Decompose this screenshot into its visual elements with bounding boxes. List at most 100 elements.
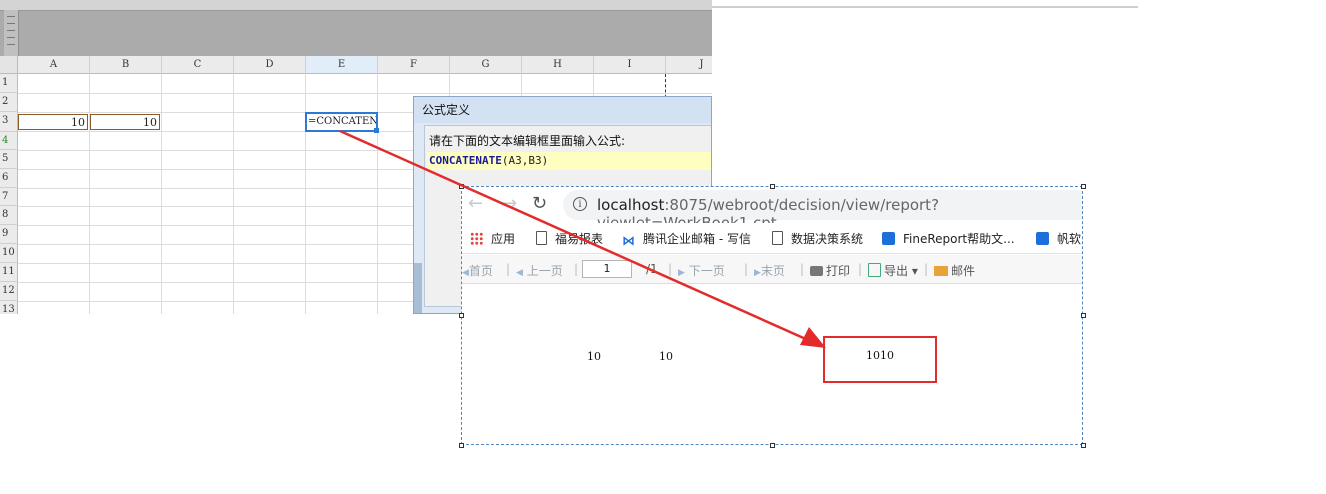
row-header-8[interactable]: 8 (0, 206, 18, 225)
fill-handle[interactable] (374, 128, 379, 133)
column-header-f[interactable]: F (378, 56, 450, 74)
column-header-d[interactable]: D (234, 56, 306, 74)
cell-e3-selected[interactable]: =CONCATENAT (305, 112, 378, 132)
column-header-h[interactable]: H (522, 56, 594, 74)
page-icon (772, 231, 783, 245)
bookmark-label: 数据决策系统 (791, 232, 864, 246)
dialog-scroll-edge (414, 263, 422, 313)
export-icon (868, 263, 881, 277)
row-header-10[interactable]: 10 (0, 244, 18, 263)
row-header-7[interactable]: 7 (0, 188, 18, 206)
mail-label: 邮件 (951, 264, 976, 278)
forward-arrow-icon[interactable]: → (502, 195, 517, 213)
bookmark-item[interactable]: FineReport帮助文... (882, 230, 1015, 247)
printer-icon (810, 266, 823, 276)
divider (712, 6, 1138, 8)
gridline (305, 74, 306, 314)
first-page-label: 首页 (468, 264, 493, 278)
formula-editor[interactable]: CONCATENATE(A3,B3) (427, 152, 711, 170)
bookmark-label: 福易报表 (555, 232, 604, 246)
address-row: ← → ↻ i localhost:8075/webroot/decision/… (462, 187, 1082, 232)
toolbar-grip[interactable] (4, 10, 19, 56)
column-header-g[interactable]: G (450, 56, 522, 74)
gridline (161, 74, 162, 314)
dropdown-caret-icon: ▾ (911, 264, 918, 278)
first-page-button[interactable]: ◀首页 (462, 262, 493, 279)
bookmark-item[interactable]: 数据决策系统 (772, 230, 863, 247)
row-header-11[interactable]: 11 (0, 263, 18, 282)
cell-b3[interactable]: 10 (90, 114, 160, 130)
dialog-prompt: 请在下面的文本编辑框里面输入公式: (429, 134, 626, 148)
formula-function: CONCATENATE (429, 154, 502, 167)
bookmark-label: 腾讯企业邮箱 - 写信 (643, 232, 751, 246)
last-page-button[interactable]: ▶末页 (754, 262, 785, 279)
mail-button[interactable]: 邮件 (934, 262, 975, 279)
column-header-a[interactable]: A (18, 56, 90, 74)
bookmark-label: 帆软 (1057, 232, 1082, 246)
resize-handle[interactable] (1081, 184, 1086, 189)
bookmark-item[interactable]: 帆软 (1036, 230, 1081, 247)
resize-handle[interactable] (459, 184, 464, 189)
gridline (18, 93, 712, 94)
row-header-12[interactable]: 12 (0, 282, 18, 301)
row-header-6[interactable]: 6 (0, 169, 18, 188)
next-page-icon: ▶ (678, 268, 685, 278)
separator: | (506, 262, 511, 276)
report-result-value: 1010 (866, 349, 894, 362)
bookmark-item[interactable]: 福易报表 (536, 230, 603, 247)
tencent-mail-icon: ⋈ (622, 234, 635, 249)
resize-handle[interactable] (459, 313, 464, 318)
cell-a3[interactable]: 10 (18, 114, 88, 130)
finereport-icon (1036, 232, 1049, 245)
formula-arguments: (A3,B3) (501, 154, 549, 167)
column-header-e[interactable]: E (306, 56, 378, 74)
row-header-1[interactable]: 1 (0, 74, 18, 93)
row-header-5[interactable]: 5 (0, 150, 18, 169)
gridline (377, 74, 378, 314)
prev-page-button[interactable]: ◀ 上一页 (516, 262, 563, 279)
export-button[interactable]: 导出 ▾ (868, 262, 918, 279)
mail-icon (934, 266, 948, 276)
designer-toolbar-strip (0, 0, 712, 11)
bookmark-item[interactable]: ⋈ 腾讯企业邮箱 - 写信 (622, 230, 751, 249)
print-button[interactable]: 打印 (810, 262, 850, 279)
last-page-icon: ▶ (754, 268, 761, 278)
resize-handle[interactable] (1081, 313, 1086, 318)
bookmark-apps[interactable]: 应用 (470, 230, 515, 247)
separator: | (744, 262, 749, 276)
address-bar[interactable]: i localhost:8075/webroot/decision/view/r… (563, 190, 1082, 232)
apps-grid-icon (470, 232, 483, 245)
separator: | (668, 262, 673, 276)
export-label: 导出 (884, 264, 909, 278)
info-icon[interactable]: i (573, 197, 587, 211)
next-page-label: 下一页 (688, 264, 725, 278)
row-header-13[interactable]: 13 (0, 301, 18, 314)
resize-handle[interactable] (1081, 443, 1086, 448)
last-page-label: 末页 (760, 264, 785, 278)
report-toolbar: ◀首页 | ◀ 上一页 | 1 /1 | ▶ 下一页 | ▶末页 | 打印 | … (462, 255, 1082, 284)
page-icon (536, 231, 547, 245)
gridline (89, 74, 90, 314)
row-header-2[interactable]: 2 (0, 93, 18, 112)
prev-page-icon: ◀ (516, 268, 523, 278)
column-header-i[interactable]: I (594, 56, 666, 74)
bookmark-label: 应用 (491, 232, 516, 246)
page-number-input[interactable]: 1 (582, 260, 632, 278)
column-header-c[interactable]: C (162, 56, 234, 74)
row-header-9[interactable]: 9 (0, 225, 18, 244)
row-header-3[interactable]: 3 (0, 112, 18, 132)
bookmarks-bar: 应用 福易报表 ⋈ 腾讯企业邮箱 - 写信 数据决策系统 FineReport帮助… (462, 223, 1082, 254)
reload-icon[interactable]: ↻ (532, 195, 547, 213)
column-header-j[interactable]: J (666, 56, 712, 74)
next-page-button[interactable]: ▶ 下一页 (678, 262, 725, 279)
resize-handle[interactable] (770, 443, 775, 448)
url-host: localhost (597, 196, 665, 214)
print-label: 打印 (826, 264, 851, 278)
row-header-4[interactable]: 4 (0, 132, 18, 150)
dialog-title[interactable]: 公式定义 (414, 97, 711, 123)
select-all-corner[interactable] (0, 56, 18, 74)
column-header-b[interactable]: B (90, 56, 162, 74)
resize-handle[interactable] (459, 443, 464, 448)
back-arrow-icon[interactable]: ← (468, 195, 483, 213)
resize-handle[interactable] (770, 184, 775, 189)
